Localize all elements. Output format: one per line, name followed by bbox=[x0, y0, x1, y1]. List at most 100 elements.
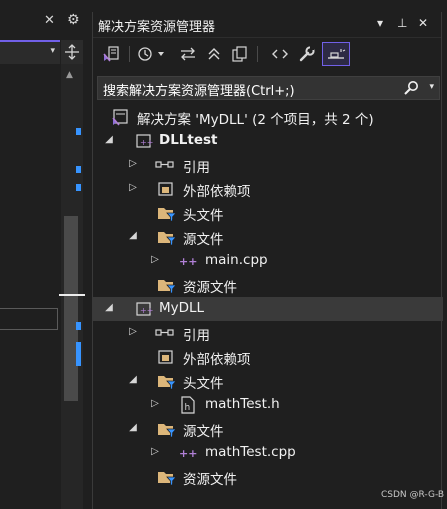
svg-text:++: ++ bbox=[140, 138, 153, 147]
expanded-arrow-icon[interactable]: ◢ bbox=[127, 374, 139, 385]
change-marker bbox=[76, 322, 81, 330]
cpp-project-icon: ++ bbox=[135, 300, 153, 318]
pin-icon[interactable]: ⊥ bbox=[397, 16, 407, 30]
references-icon bbox=[155, 324, 174, 342]
filter-folder-icon bbox=[157, 468, 177, 486]
filter-folder-icon bbox=[157, 372, 177, 390]
change-marker bbox=[76, 166, 81, 173]
tree-label: 外部依赖项 bbox=[183, 184, 251, 200]
search-placeholder: 搜索解决方案资源管理器(Ctrl+;) bbox=[103, 84, 295, 99]
collapsed-arrow-icon[interactable]: ▷ bbox=[149, 398, 161, 409]
expanded-arrow-icon[interactable]: ◢ bbox=[103, 134, 115, 145]
collapsed-arrow-icon[interactable]: ▷ bbox=[127, 326, 139, 337]
tree-row-header-files[interactable]: ◢ 头文件 bbox=[93, 369, 443, 393]
gear-icon[interactable]: ⚙ bbox=[67, 12, 80, 28]
expanded-arrow-icon[interactable]: ◢ bbox=[127, 422, 139, 433]
filter-folder-icon bbox=[157, 420, 177, 438]
search-input[interactable]: 搜索解决方案资源管理器(Ctrl+;) ▾ bbox=[97, 76, 440, 100]
cpp-project-icon: ++ bbox=[135, 132, 153, 150]
collapse-all-button[interactable] bbox=[203, 42, 225, 66]
svg-text:++: ++ bbox=[140, 306, 153, 315]
tree-label: DLLtest bbox=[159, 132, 218, 148]
scrollbar-thumb[interactable] bbox=[64, 216, 78, 401]
history-icon bbox=[138, 47, 164, 61]
tree-label: 资源文件 bbox=[183, 280, 237, 296]
tree-row-file[interactable]: ▷ ++ mathTest.cpp bbox=[93, 441, 443, 465]
split-editor-button[interactable] bbox=[61, 40, 83, 64]
change-marker bbox=[76, 342, 81, 366]
tree-row-external-dependencies[interactable]: ▷ 外部依赖项 bbox=[93, 177, 443, 201]
tree-row-file[interactable]: ▷ h mathTest.h bbox=[93, 393, 443, 417]
toolbar-separator bbox=[257, 46, 258, 62]
switch-views-button[interactable] bbox=[99, 42, 123, 66]
tree-label: 源文件 bbox=[183, 424, 224, 440]
tree-label: 引用 bbox=[183, 160, 210, 176]
collapsed-arrow-icon[interactable]: ▷ bbox=[127, 182, 139, 193]
tree-row-references[interactable]: ▷ 引用 bbox=[93, 321, 443, 345]
svg-text:++: ++ bbox=[179, 447, 197, 460]
tree-label: 头文件 bbox=[183, 376, 224, 392]
tree-row-header-files[interactable]: 头文件 bbox=[93, 201, 443, 225]
svg-text:++: ++ bbox=[179, 255, 197, 268]
tree-row-solution[interactable]: 解决方案 'MyDLL' (2 个项目，共 2 个) bbox=[93, 105, 443, 129]
search-icon[interactable] bbox=[403, 80, 419, 100]
expanded-arrow-icon[interactable]: ◢ bbox=[103, 302, 115, 313]
scroll-up-arrow-icon[interactable]: ▲ bbox=[66, 70, 73, 80]
tree-label: mathTest.cpp bbox=[205, 444, 296, 460]
close-tab-button[interactable]: ✕ bbox=[44, 13, 55, 28]
change-marker bbox=[76, 128, 81, 135]
collapsed-arrow-icon[interactable]: ▷ bbox=[127, 158, 139, 169]
external-deps-icon bbox=[157, 180, 175, 198]
chevron-down-icon: ▾ bbox=[50, 46, 55, 56]
tree-label: 解决方案 'MyDLL' (2 个项目，共 2 个) bbox=[137, 112, 374, 128]
cpp-file-icon: ++ bbox=[179, 252, 197, 270]
tree-row-source-files[interactable]: ◢ 源文件 bbox=[93, 225, 443, 249]
tree-label: 头文件 bbox=[183, 208, 224, 224]
tree-row-resource-files[interactable]: 资源文件 bbox=[93, 465, 443, 489]
sync-icon bbox=[181, 47, 195, 61]
tree-label: 资源文件 bbox=[183, 472, 237, 488]
panel-title: 解决方案资源管理器 bbox=[98, 20, 216, 35]
change-marker bbox=[76, 184, 81, 191]
preview-icon bbox=[328, 49, 346, 59]
tree-row-file[interactable]: ▷ ++ main.cpp bbox=[93, 249, 443, 273]
solution-explorer-title-bar: 解决方案资源管理器 ▾ ⊥ ✕ bbox=[93, 12, 441, 38]
filter-folder-icon bbox=[157, 276, 177, 294]
tree-label: MyDLL bbox=[159, 300, 205, 316]
solution-explorer-toolbar bbox=[93, 38, 441, 72]
tree-row-external-dependencies[interactable]: 外部依赖项 bbox=[93, 345, 443, 369]
expanded-arrow-icon[interactable]: ◢ bbox=[127, 230, 139, 241]
tree-row-project[interactable]: ◢ ++ DLLtest bbox=[93, 129, 443, 153]
editor-outline-box bbox=[0, 308, 58, 330]
watermark: CSDN @R-G-B bbox=[381, 490, 445, 500]
editor-tab-bar: ✕ ⚙ bbox=[0, 12, 88, 36]
properties-button[interactable] bbox=[296, 42, 318, 66]
window-position-dropdown[interactable]: ▾ bbox=[377, 16, 383, 30]
filter-folder-icon bbox=[157, 228, 177, 246]
tree-label: mathTest.h bbox=[205, 396, 280, 412]
tree-row-resource-files[interactable]: 资源文件 bbox=[93, 273, 443, 297]
show-all-files-button[interactable] bbox=[229, 42, 251, 66]
header-file-icon: h bbox=[179, 396, 197, 414]
switch-views-icon bbox=[103, 46, 119, 62]
wrench-icon bbox=[299, 46, 315, 62]
tree-label: 外部依赖项 bbox=[183, 352, 251, 368]
pending-changes-filter-button[interactable] bbox=[135, 42, 169, 66]
member-dropdown[interactable]: ▾ bbox=[0, 40, 60, 64]
cpp-file-icon: ++ bbox=[179, 444, 197, 462]
sync-with-active-document-button[interactable] bbox=[177, 42, 199, 66]
toolbar-separator bbox=[129, 46, 130, 62]
view-code-button[interactable] bbox=[269, 42, 291, 66]
close-panel-button[interactable]: ✕ bbox=[418, 16, 428, 30]
search-options-chevron[interactable]: ▾ bbox=[429, 82, 434, 92]
tree-row-project-selected[interactable]: ◢ ++ MyDLL bbox=[93, 297, 443, 321]
preview-selected-items-button[interactable] bbox=[322, 42, 350, 66]
view-code-icon bbox=[272, 49, 288, 59]
collapsed-arrow-icon[interactable]: ▷ bbox=[149, 254, 161, 265]
tree-row-source-files[interactable]: ◢ 源文件 bbox=[93, 417, 443, 441]
tree-label: 源文件 bbox=[183, 232, 224, 248]
collapsed-arrow-icon[interactable]: ▷ bbox=[149, 446, 161, 457]
tree-label: 引用 bbox=[183, 328, 210, 344]
editor-pane: ✕ ⚙ ▾ ▲ bbox=[0, 0, 88, 509]
tree-row-references[interactable]: ▷ 引用 bbox=[93, 153, 443, 177]
